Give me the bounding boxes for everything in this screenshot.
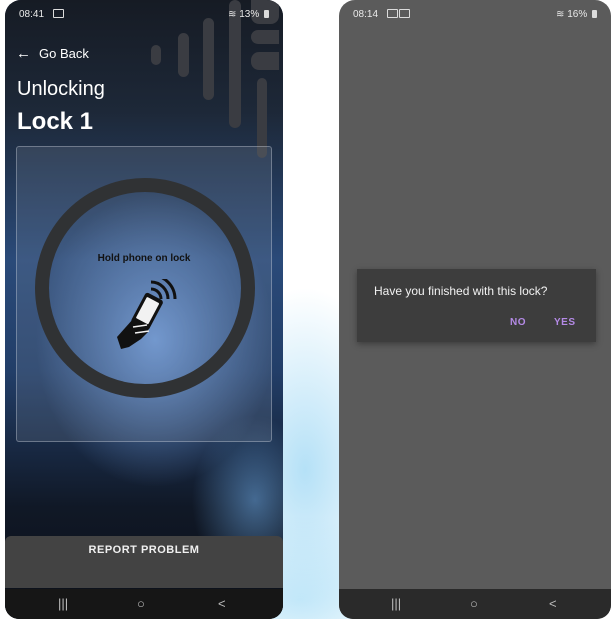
status-bar: 08:14 ≋ 16% bbox=[339, 0, 611, 24]
dialog-message: Have you finished with this lock? bbox=[374, 284, 548, 298]
page-title: Lock 1 bbox=[17, 108, 94, 135]
home-icon[interactable]: ○ bbox=[470, 596, 478, 611]
status-bar: 08:41 ≋ 13% bbox=[5, 0, 283, 24]
home-icon[interactable]: ○ bbox=[137, 596, 145, 611]
yes-button[interactable]: YES bbox=[554, 317, 576, 328]
decor-pill bbox=[151, 45, 161, 65]
decor-pill bbox=[203, 18, 214, 100]
nfc-scan-panel: Hold phone on lock bbox=[16, 146, 272, 442]
message-notification-icon bbox=[399, 9, 410, 18]
system-nav-bar: ||| ○ < bbox=[339, 589, 611, 619]
gallery-notification-icon bbox=[387, 9, 398, 18]
status-right: ≋ 13% bbox=[228, 9, 269, 20]
confirm-screen: 08:14 ≋ 16% Have you finished with this … bbox=[339, 0, 611, 619]
wifi-signal-icon: ≋ bbox=[556, 9, 565, 20]
recents-icon[interactable]: ||| bbox=[391, 596, 401, 611]
gallery-notification-icon bbox=[53, 9, 64, 18]
decor-pill bbox=[251, 52, 279, 70]
scan-instruction: Hold phone on lock bbox=[97, 253, 191, 264]
go-back-label: Go Back bbox=[39, 46, 89, 61]
report-problem-button[interactable]: REPORT PROBLEM bbox=[5, 536, 283, 588]
status-right: ≋ 16% bbox=[556, 9, 597, 20]
recents-icon[interactable]: ||| bbox=[58, 596, 68, 611]
status-time: 08:41 bbox=[19, 9, 45, 20]
go-back-button[interactable]: ← Go Back bbox=[16, 46, 89, 61]
decor-pill bbox=[251, 30, 279, 44]
hand-phone-nfc-icon bbox=[117, 279, 177, 349]
back-icon[interactable]: < bbox=[549, 596, 557, 611]
unlock-screen: 08:41 ≋ 13% ← Go Back Unlocking Lock 1 H… bbox=[5, 0, 283, 619]
no-button[interactable]: NO bbox=[510, 317, 526, 328]
wifi-signal-icon: ≋ bbox=[228, 9, 237, 20]
confirm-dialog: Have you finished with this lock? NO YES bbox=[357, 269, 596, 342]
back-icon[interactable]: < bbox=[218, 596, 226, 611]
battery-percent: 13% bbox=[239, 9, 260, 20]
decor-pill bbox=[178, 33, 189, 77]
arrow-left-icon: ← bbox=[16, 45, 31, 62]
report-problem-label: REPORT PROBLEM bbox=[88, 544, 200, 556]
system-nav-bar: ||| ○ < bbox=[5, 589, 283, 619]
battery-icon bbox=[592, 10, 597, 18]
page-subtitle: Unlocking bbox=[17, 78, 105, 100]
status-time: 08:14 bbox=[353, 9, 379, 20]
battery-icon bbox=[264, 10, 269, 18]
battery-percent: 16% bbox=[567, 9, 588, 20]
